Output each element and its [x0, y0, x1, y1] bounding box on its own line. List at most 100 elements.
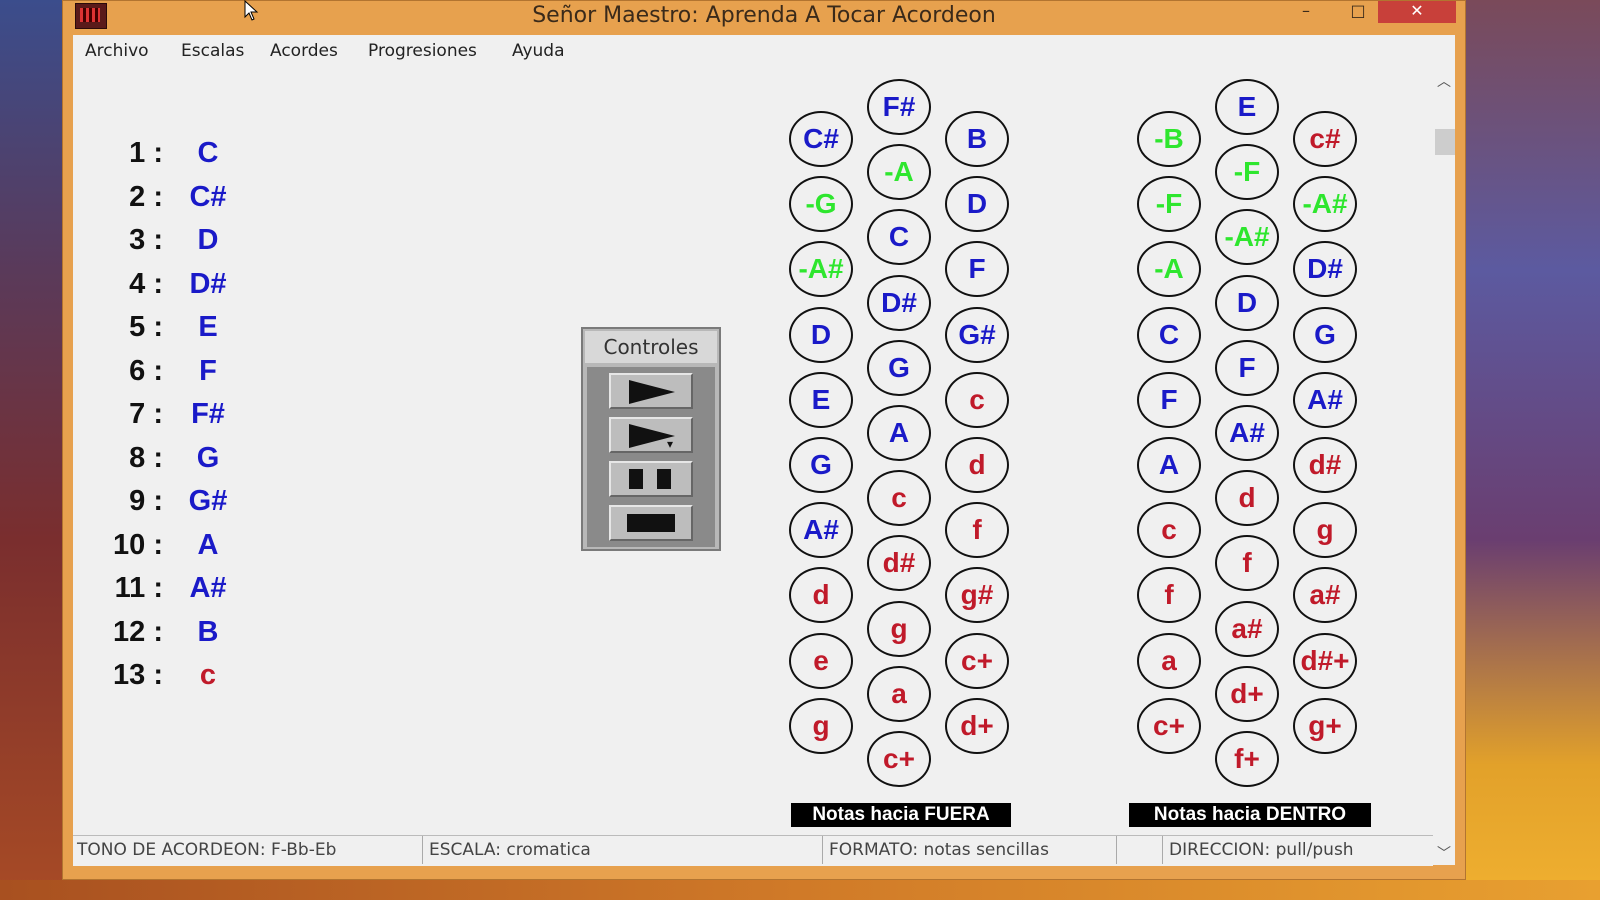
vertical-scrollbar[interactable]: ︿ ﹀: [1433, 65, 1455, 865]
minimize-button[interactable]: –: [1291, 1, 1321, 23]
pull-note-button[interactable]: F#: [867, 79, 931, 135]
pull-note-button[interactable]: g: [867, 600, 931, 657]
scale-degree: 1 :: [129, 137, 163, 169]
status-empty: [1119, 836, 1163, 864]
push-note-button[interactable]: g: [1293, 502, 1357, 559]
scroll-down-icon[interactable]: ﹀: [1433, 843, 1455, 863]
pull-note-button[interactable]: D: [789, 306, 853, 363]
status-direccion: DIRECCION: pull/push: [1169, 840, 1354, 860]
scale-note: A: [197, 528, 219, 561]
pause-button[interactable]: [609, 461, 693, 497]
scale-note: c: [199, 659, 217, 691]
pull-note-button[interactable]: F: [945, 241, 1009, 298]
pull-note-button[interactable]: C: [867, 209, 931, 266]
push-note-button[interactable]: a#: [1215, 600, 1279, 657]
pull-note-button[interactable]: d+: [945, 697, 1009, 754]
pull-note-button[interactable]: c+: [945, 632, 1009, 689]
pull-note-button[interactable]: a: [867, 665, 931, 722]
menu-escalas[interactable]: Escalas: [181, 41, 244, 61]
status-escala: ESCALA: cromatica: [425, 836, 823, 864]
push-note-button[interactable]: f+: [1215, 731, 1279, 787]
title-bar[interactable]: Señor Maestro: Aprenda A Tocar Acordeon …: [63, 1, 1465, 31]
close-button[interactable]: ✕: [1378, 1, 1456, 23]
pull-note-button[interactable]: -A#: [789, 241, 853, 298]
push-note-button[interactable]: -A#: [1215, 209, 1279, 266]
pull-note-button[interactable]: A#: [789, 502, 853, 559]
pull-note-button[interactable]: e: [789, 632, 853, 689]
push-note-button[interactable]: -B: [1137, 111, 1201, 167]
pull-note-button[interactable]: d: [789, 567, 853, 624]
menu-acordes[interactable]: Acordes: [270, 41, 338, 61]
pause-icon: [629, 469, 643, 489]
push-note-button[interactable]: F: [1215, 339, 1279, 396]
push-note-button[interactable]: C: [1137, 306, 1201, 363]
play-step-button[interactable]: ▾: [609, 417, 693, 453]
push-note-button[interactable]: A#: [1293, 371, 1357, 428]
push-note-button[interactable]: f: [1137, 567, 1201, 624]
push-note-button[interactable]: F: [1137, 371, 1201, 428]
push-note-button[interactable]: D#: [1293, 241, 1357, 298]
push-note-button[interactable]: a: [1137, 632, 1201, 689]
push-note-button[interactable]: -F: [1137, 176, 1201, 233]
scale-note: A#: [189, 572, 227, 604]
menu-progresiones[interactable]: Progresiones: [368, 41, 477, 61]
scale-note: G#: [188, 485, 228, 517]
pull-note-button[interactable]: G: [789, 437, 853, 493]
scale-degree: 5 :: [129, 311, 163, 343]
push-note-button[interactable]: f: [1215, 535, 1279, 592]
push-note-button[interactable]: g+: [1293, 697, 1357, 754]
scale-degree: 6 :: [129, 354, 163, 387]
desktop-background-left: [0, 0, 62, 900]
push-note-button[interactable]: d: [1215, 470, 1279, 527]
scale-degree: 9 :: [129, 485, 163, 517]
push-note-button[interactable]: c#: [1293, 111, 1357, 167]
push-note-button[interactable]: c+: [1137, 697, 1201, 754]
push-note-button[interactable]: G: [1293, 306, 1357, 363]
push-note-button[interactable]: d+: [1215, 665, 1279, 722]
push-note-button[interactable]: d#+: [1293, 632, 1357, 689]
pull-note-button[interactable]: D#: [867, 274, 931, 331]
pull-note-button[interactable]: d#: [867, 535, 931, 592]
pull-note-button[interactable]: A: [867, 405, 931, 461]
menu-archivo[interactable]: Archivo: [85, 41, 149, 61]
pull-note-button[interactable]: -G: [789, 176, 853, 233]
push-note-button[interactable]: -A#: [1293, 176, 1357, 233]
pull-note-button[interactable]: d: [945, 437, 1009, 493]
push-note-button[interactable]: -A: [1137, 241, 1201, 298]
maximize-button[interactable]: □: [1343, 1, 1373, 23]
pull-note-button[interactable]: g#: [945, 567, 1009, 624]
pause-icon-bar: [657, 469, 671, 489]
scroll-thumb[interactable]: [1435, 129, 1455, 155]
pull-note-button[interactable]: c: [945, 371, 1009, 428]
play-button[interactable]: [609, 373, 693, 409]
push-note-button[interactable]: A: [1137, 437, 1201, 493]
stop-button[interactable]: [609, 505, 693, 541]
stop-icon: [627, 514, 675, 532]
pull-note-button[interactable]: c: [867, 470, 931, 527]
push-note-button[interactable]: c: [1137, 502, 1201, 559]
pull-note-button[interactable]: C#: [789, 111, 853, 167]
pull-note-button[interactable]: f: [945, 502, 1009, 559]
pull-note-button[interactable]: g: [789, 697, 853, 754]
push-note-button[interactable]: E: [1215, 79, 1279, 135]
scale-note: D#: [189, 267, 227, 300]
push-note-button[interactable]: -F: [1215, 144, 1279, 201]
mouse-cursor-icon: [244, 0, 259, 21]
pull-note-button[interactable]: c+: [867, 731, 931, 787]
pull-note-button[interactable]: D: [945, 176, 1009, 233]
pull-note-button[interactable]: E: [789, 371, 853, 428]
scale-degree: 13 :: [113, 659, 163, 691]
scroll-up-icon[interactable]: ︿: [1433, 71, 1455, 91]
scale-note: B: [197, 615, 219, 648]
menu-ayuda[interactable]: Ayuda: [512, 41, 565, 61]
push-note-button[interactable]: D: [1215, 274, 1279, 331]
pull-note-button[interactable]: -A: [867, 144, 931, 201]
window-title: Señor Maestro: Aprenda A Tocar Acordeon: [532, 3, 996, 28]
pull-note-button[interactable]: G#: [945, 306, 1009, 363]
desktop-background-right: [1466, 0, 1600, 900]
pull-note-button[interactable]: B: [945, 111, 1009, 167]
push-note-button[interactable]: A#: [1215, 405, 1279, 461]
pull-note-button[interactable]: G: [867, 339, 931, 396]
push-note-button[interactable]: a#: [1293, 567, 1357, 624]
push-note-button[interactable]: d#: [1293, 437, 1357, 493]
